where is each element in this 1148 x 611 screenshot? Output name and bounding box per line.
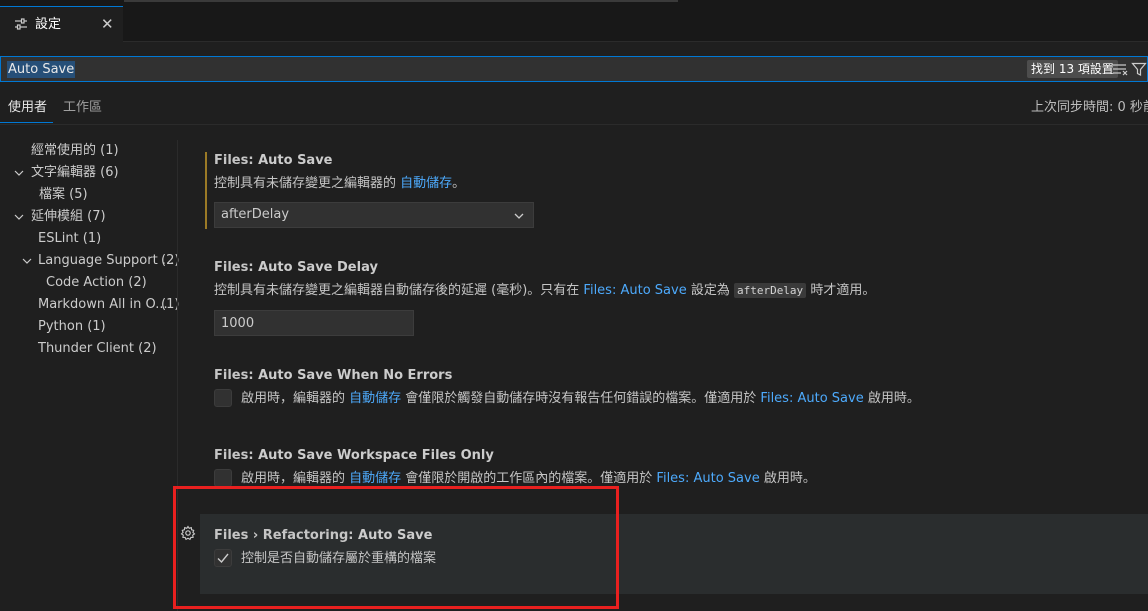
auto-save-link[interactable]: 自動儲存 [400, 176, 452, 191]
search-result-count-badge: 找到 13 項設置 [1027, 60, 1118, 78]
setting-name: Auto Save Workspace Files Only [258, 448, 494, 463]
description-text: 啟用時。 [759, 471, 816, 486]
files-auto-save-link[interactable]: Files: Auto Save [583, 283, 686, 298]
chevron-down-icon[interactable] [13, 211, 25, 223]
auto-save-when-no-errors-checkbox[interactable] [214, 389, 232, 407]
tab-user-settings[interactable]: 使用者 [8, 100, 47, 116]
last-sync-status: 上次同步時間: 0 秒前 [1031, 100, 1148, 115]
tab-bar-scroll-indicator [124, 0, 678, 2]
setting-description: 啟用時，編輯器的 自動儲存 會僅限於開啟的工作區內的檔案。僅適用於 Files:… [241, 471, 816, 487]
auto-save-delay-input[interactable]: 1000 [214, 310, 414, 336]
chevron-down-icon[interactable] [13, 167, 25, 179]
filter-list-icon[interactable] [1112, 62, 1128, 76]
description-text: 設定為 [686, 283, 734, 298]
toc-item-files[interactable]: 檔案 (5) [39, 187, 88, 203]
settings-sliders-icon [15, 18, 27, 30]
toc-item-code-action[interactable]: Code Action (2) [46, 275, 147, 291]
header-divider [0, 124, 1148, 125]
setting-category: Files: [214, 260, 259, 275]
description-text: 控制具有未儲存變更之編輯器的 [214, 176, 401, 191]
setting-description: 控制具有未儲存變更之編輯器的 自動儲存。 [214, 176, 465, 192]
chevron-down-icon [514, 213, 524, 219]
setting-title: Files: Auto Save Delay [214, 260, 378, 276]
description-text: 會僅限於開啟的工作區內的檔案。僅適用於 [401, 471, 657, 486]
select-value: afterDelay [221, 207, 290, 222]
search-query-text: Auto Save [7, 61, 76, 78]
description-text: 啟用時，編輯器的 [241, 391, 350, 406]
toc-item-text-editor[interactable]: 文字編輯器 (6) [31, 165, 119, 181]
setting-title: Files: Auto Save Workspace Files Only [214, 448, 494, 464]
description-text: 時才適用。 [806, 283, 876, 298]
files-auto-save-link[interactable]: Files: Auto Save [760, 391, 863, 406]
toc-item-thunder-client[interactable]: Thunder Client (2) [38, 341, 157, 357]
setting-description: 啟用時，編輯器的 自動儲存 會僅限於觸發自動儲存時沒有報告任何錯誤的檔案。僅適用… [241, 391, 920, 407]
setting-category: Files: [214, 368, 259, 383]
annotation-highlight-box [173, 486, 619, 609]
inline-code: afterDelay [733, 283, 807, 298]
setting-name: Auto Save Delay [258, 260, 378, 275]
editor-tab-bar: 設定 ✕ [0, 0, 1148, 42]
setting-title: Files: Auto Save [214, 153, 333, 169]
tab-label: 設定 [35, 17, 62, 32]
files-auto-save-link[interactable]: Files: Auto Save [656, 471, 759, 486]
close-icon[interactable]: ✕ [101, 16, 114, 32]
active-tab-indicator [0, 122, 53, 123]
modified-indicator [205, 152, 207, 229]
filter-funnel-icon[interactable] [1131, 61, 1147, 77]
setting-title: Files: Auto Save When No Errors [214, 368, 452, 384]
setting-name: Auto Save When No Errors [258, 368, 453, 383]
chevron-down-icon[interactable] [21, 255, 33, 267]
description-text: 控制具有未儲存變更之編輯器自動儲存後的延遲 (毫秒)。只有在 [214, 283, 584, 298]
setting-category: Files: [214, 448, 259, 463]
toc-item-eslint[interactable]: ESLint (1) [38, 231, 101, 247]
setting-description: 控制具有未儲存變更之編輯器自動儲存後的延遲 (毫秒)。只有在 Files: Au… [214, 283, 875, 299]
tab-settings[interactable]: 設定 ✕ [0, 6, 123, 42]
description-text: 會僅限於觸發自動儲存時沒有報告任何錯誤的檔案。僅適用於 [401, 391, 761, 406]
toc-item-markdown-all-in-one[interactable]: Markdown All in O... [38, 297, 168, 313]
description-text: 啟用時。 [863, 391, 920, 406]
auto-save-select[interactable]: afterDelay [214, 202, 534, 228]
auto-save-workspace-files-only-checkbox[interactable] [214, 469, 232, 487]
toc-item-extensions[interactable]: 延伸模組 (7) [31, 209, 106, 225]
tab-workspace-settings[interactable]: 工作區 [63, 100, 102, 116]
input-value: 1000 [221, 316, 255, 331]
description-text: 啟用時，編輯器的 [241, 471, 350, 486]
description-text: 。 [452, 176, 466, 191]
setting-category: Files: [214, 153, 259, 168]
setting-name: Auto Save [258, 153, 333, 168]
toc-item-commonly-used[interactable]: 經常使用的 (1) [31, 143, 119, 159]
settings-search-input[interactable]: Auto Save 找到 13 項設置 [0, 56, 1148, 82]
toc-item-python[interactable]: Python (1) [38, 319, 106, 335]
auto-save-link[interactable]: 自動儲存 [349, 391, 401, 406]
auto-save-link[interactable]: 自動儲存 [349, 471, 401, 486]
toc-item-language-support[interactable]: Language Support ... [38, 253, 174, 269]
